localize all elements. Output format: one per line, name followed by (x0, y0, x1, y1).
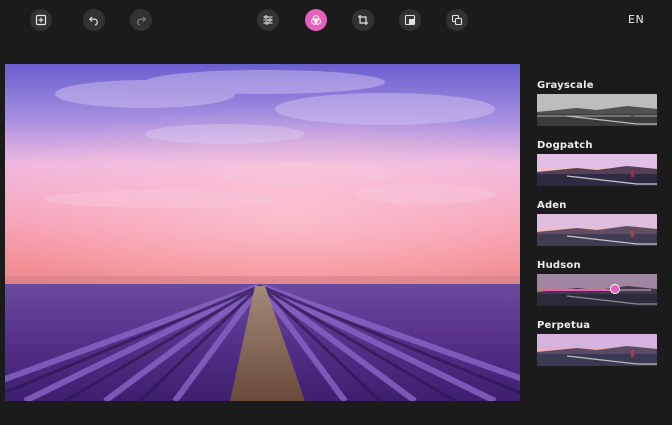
filter-label: Grayscale (537, 80, 594, 91)
filters-icon (311, 15, 321, 25)
slider-handle[interactable] (610, 284, 621, 294)
intensity-slider[interactable] (537, 274, 657, 306)
filter-thumbnail[interactable] (537, 274, 657, 306)
filter-label: Hudson (537, 260, 581, 271)
crop-icon (358, 15, 368, 25)
thumbnail-image (537, 94, 657, 126)
undo-button[interactable] (83, 9, 105, 31)
thumbnail-image (537, 214, 657, 246)
filter-label: Perpetua (537, 320, 591, 331)
filter-thumbnail[interactable] (537, 214, 657, 246)
add-image-icon (35, 14, 47, 26)
filter-thumbnail[interactable] (537, 94, 657, 126)
sliders-icon (263, 15, 273, 25)
slider-fill (543, 289, 616, 291)
filter-thumbnail[interactable] (537, 334, 657, 366)
resize-icon (404, 14, 416, 26)
filter-label: Aden (537, 200, 567, 211)
filter-thumbnail[interactable] (537, 154, 657, 186)
overlay-icon (451, 14, 463, 26)
undo-icon (89, 16, 98, 26)
filter-label: Dogpatch (537, 140, 593, 151)
crop-button[interactable] (352, 9, 374, 31)
redo-button[interactable] (130, 9, 152, 31)
language-selector[interactable]: EN (628, 13, 644, 26)
adjust-button[interactable] (257, 9, 279, 31)
resize-button[interactable] (399, 9, 421, 31)
redo-icon (137, 16, 146, 26)
thumbnail-image (537, 154, 657, 186)
photo-canvas[interactable] (5, 64, 520, 401)
photo-image (5, 64, 520, 401)
add-image-button[interactable] (30, 9, 52, 31)
filters-button[interactable] (305, 9, 327, 31)
overlay-button[interactable] (446, 9, 468, 31)
thumbnail-image (537, 334, 657, 366)
top-toolbar: EN (0, 0, 672, 40)
